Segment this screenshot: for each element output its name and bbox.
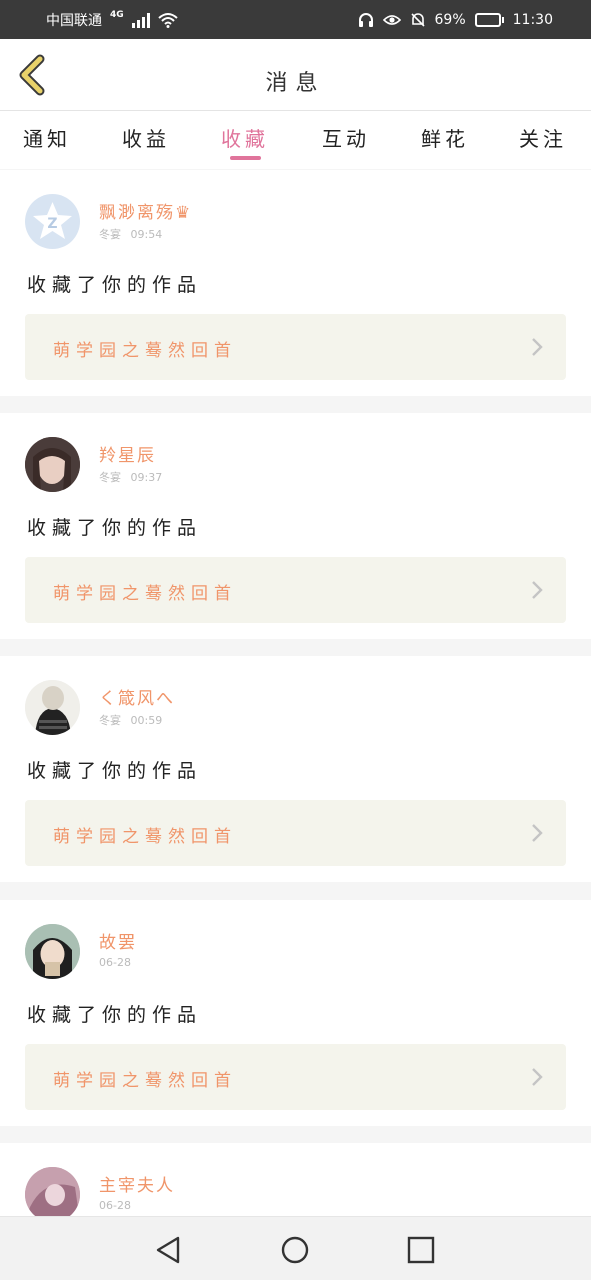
svg-text:Z: Z (47, 216, 57, 232)
tab-notifications[interactable]: 通知 (12, 123, 82, 152)
message-text: 收藏了你的作品 (27, 517, 203, 539)
nav-home-icon[interactable] (278, 1233, 312, 1267)
user-meta: 06-28 (99, 1199, 131, 1212)
message-time: 06-28 (99, 956, 131, 969)
user-meta: 冬宴 09:37 (99, 469, 162, 485)
eye-comfort-icon (382, 14, 401, 25)
username[interactable]: 主宰夫人 (99, 1171, 175, 1196)
message-time: 09:54 (130, 228, 163, 241)
work-title: 萌学园之蓦然回首 (53, 1071, 237, 1091)
username[interactable]: 故罢 (99, 928, 137, 953)
work-title: 萌学园之蓦然回首 (53, 584, 237, 604)
message-card[interactable]: 羚星辰 冬宴 09:37 收藏了你的作品 萌学园之蓦然回首 (0, 413, 591, 639)
user-level: 冬宴 (99, 228, 121, 241)
work-title: 萌学园之蓦然回首 (53, 341, 237, 361)
message-card[interactable]: Z 飘渺离殇♛ 冬宴 09:54 收藏了你的作品 萌学园之蓦然回首 (0, 170, 591, 396)
avatar[interactable] (25, 1167, 80, 1216)
battery-percent: 69% (434, 11, 466, 28)
chevron-right-icon (532, 1068, 543, 1086)
message-text: 收藏了你的作品 (27, 274, 203, 296)
tab-follows[interactable]: 关注 (508, 123, 578, 152)
nav-back-icon[interactable] (152, 1233, 186, 1267)
message-card[interactable]: 故罢 06-28 收藏了你的作品 萌学园之蓦然回首 (0, 900, 591, 1126)
tab-interactions[interactable]: 互动 (311, 123, 381, 152)
tab-earnings[interactable]: 收益 (111, 123, 181, 152)
headphones-icon (358, 12, 373, 27)
message-time: 09:37 (130, 471, 163, 484)
avatar[interactable]: Z (25, 194, 80, 249)
work-link[interactable]: 萌学园之蓦然回首 (25, 1044, 566, 1110)
system-nav-bar (0, 1216, 591, 1280)
network-type: 4G (110, 9, 124, 20)
work-link[interactable]: 萌学园之蓦然回首 (25, 557, 566, 623)
chevron-right-icon (532, 581, 543, 599)
tab-bar: 通知 收益 收藏 互动 鲜花 关注 (0, 111, 591, 169)
alarm-muted-icon (410, 12, 425, 27)
work-link[interactable]: 萌学园之蓦然回首 (25, 314, 566, 380)
page-title: 消息 (265, 71, 326, 96)
tab-flowers[interactable]: 鲜花 (410, 123, 480, 152)
work-title: 萌学园之蓦然回首 (53, 827, 237, 847)
wifi-icon (157, 12, 178, 28)
clock: 11:30 (512, 11, 553, 28)
tab-favorites[interactable]: 收藏 (210, 123, 280, 152)
active-tab-indicator (230, 156, 261, 160)
carrier-label: 中国联通 (46, 12, 102, 29)
signal-icon (131, 12, 150, 28)
message-time: 06-28 (99, 1199, 131, 1212)
username[interactable]: 羚星辰 (99, 441, 156, 466)
top-bar: 消息 (0, 39, 591, 111)
message-text: 收藏了你的作品 (27, 760, 203, 782)
username[interactable]: く箴风へ (99, 684, 175, 709)
work-link[interactable]: 萌学园之蓦然回首 (25, 800, 566, 866)
avatar[interactable] (25, 437, 80, 492)
battery-icon (474, 12, 504, 27)
user-meta: 06-28 (99, 956, 131, 969)
message-card[interactable]: 主宰夫人 06-28 (0, 1143, 591, 1216)
user-level: 冬宴 (99, 471, 121, 484)
username[interactable]: 飘渺离殇♛ (99, 198, 192, 223)
message-text: 收藏了你的作品 (27, 1004, 203, 1026)
nav-recents-icon[interactable] (404, 1233, 438, 1267)
avatar[interactable] (25, 924, 80, 979)
user-level: 冬宴 (99, 714, 121, 727)
message-time: 00:59 (130, 714, 163, 727)
chevron-right-icon (532, 824, 543, 842)
chevron-right-icon (532, 338, 543, 356)
status-bar: 中国联通 4G 69% 11:30 (0, 0, 591, 39)
user-meta: 冬宴 00:59 (99, 712, 162, 728)
user-meta: 冬宴 09:54 (99, 226, 162, 242)
avatar[interactable] (25, 680, 80, 735)
message-card[interactable]: く箴风へ 冬宴 00:59 收藏了你的作品 萌学园之蓦然回首 (0, 656, 591, 882)
